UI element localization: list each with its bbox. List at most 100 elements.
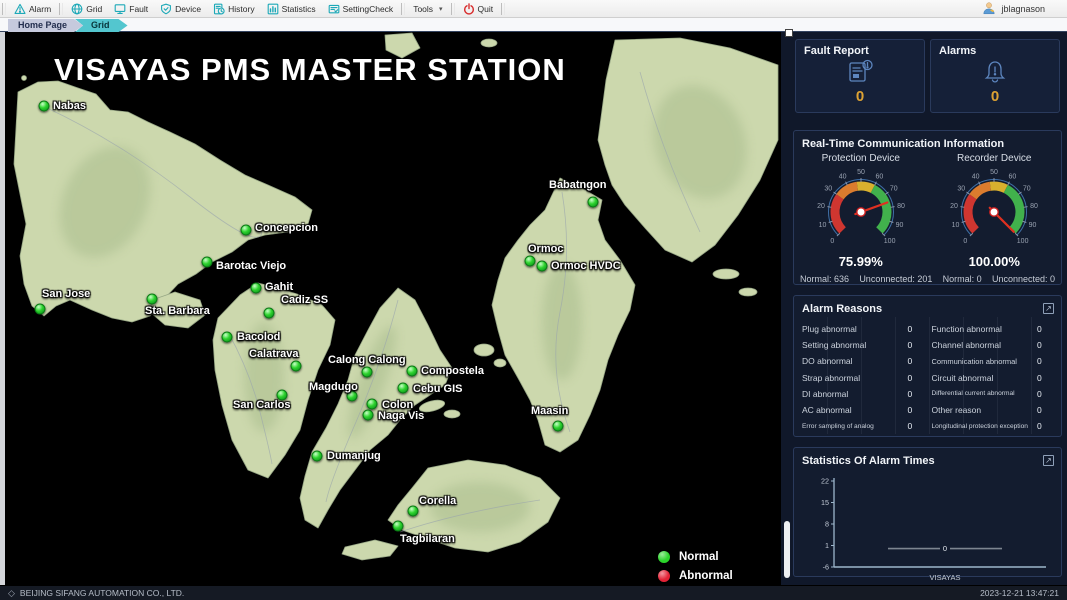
alarm-reason-value: 0 bbox=[908, 389, 924, 399]
station-marker-dumanjug[interactable] bbox=[312, 451, 323, 462]
svg-text:50: 50 bbox=[990, 169, 998, 176]
station-marker-compostela[interactable] bbox=[407, 366, 418, 377]
fault-report-card[interactable]: Fault Report 0 bbox=[795, 39, 925, 113]
settingcheck-button[interactable]: SettingCheck bbox=[322, 1, 400, 17]
status-datetime: 2023-12-21 13:47:21 bbox=[980, 588, 1059, 598]
device-button[interactable]: Device bbox=[154, 1, 207, 17]
station-marker-gahit[interactable] bbox=[251, 283, 262, 294]
station-marker-bacolod[interactable] bbox=[222, 332, 233, 343]
fault-report-value: 0 bbox=[804, 88, 916, 105]
fault-report-icon bbox=[804, 58, 916, 86]
alarm-reason-row: Setting abnormal0 bbox=[802, 337, 924, 353]
tools-menu-button[interactable]: Tools bbox=[407, 1, 448, 17]
station-marker-naga-vis[interactable] bbox=[363, 410, 374, 421]
toolbar-separator bbox=[401, 3, 405, 15]
alarms-value: 0 bbox=[939, 88, 1051, 105]
right-panel-scrollbar-thumb[interactable] bbox=[784, 521, 790, 578]
alarm-reason-label: DO abnormal bbox=[802, 356, 908, 366]
alarm-reason-value: 0 bbox=[908, 373, 924, 383]
alarm-reason-label: Circuit abnormal bbox=[932, 373, 1038, 383]
station-marker-calong-calong[interactable] bbox=[362, 367, 373, 378]
fault-button[interactable]: Fault bbox=[108, 1, 154, 17]
station-marker-ormoc-hvdc[interactable] bbox=[537, 261, 548, 272]
tab-home-page[interactable]: Home Page bbox=[8, 19, 83, 32]
svg-text:60: 60 bbox=[1009, 173, 1017, 180]
svg-text:30: 30 bbox=[824, 186, 832, 193]
history-button[interactable]: History bbox=[207, 1, 260, 17]
station-marker-babatngon[interactable] bbox=[588, 197, 599, 208]
company-name: BEIJING SIFANG AUTOMATION CO., LTD. bbox=[20, 588, 184, 598]
island-camotes bbox=[474, 344, 494, 356]
alarm-reason-label: Communication abnormal bbox=[932, 357, 1038, 366]
svg-text:-6: -6 bbox=[823, 563, 829, 572]
pms-master-station-window: AlarmGridFaultDeviceHistoryStatisticsSet… bbox=[0, 0, 1067, 600]
alarm-reason-value: 0 bbox=[1037, 324, 1053, 334]
station-marker-cebu-gis[interactable] bbox=[398, 383, 409, 394]
station-label-gahit: Gahit bbox=[265, 281, 293, 293]
visayas-map[interactable]: VISAYAS PMS MASTER STATION NabasConcepci… bbox=[0, 32, 781, 585]
alarm-reason-label: Error sampling of analog bbox=[802, 423, 908, 430]
comm-stat: Unconnected: 201 bbox=[859, 274, 932, 284]
alarm-reason-value: 0 bbox=[1037, 373, 1053, 383]
station-marker-ormoc[interactable] bbox=[525, 256, 536, 267]
svg-text:20: 20 bbox=[817, 203, 825, 210]
user-account[interactable]: jblagnason bbox=[982, 1, 1045, 17]
gauge-device-name: Protection Device bbox=[798, 153, 924, 164]
station-marker-colon[interactable] bbox=[367, 399, 378, 410]
realtime-comm-title: Real-Time Communication Information bbox=[794, 131, 1061, 152]
alarm-reason-row: DO abnormal0 bbox=[802, 353, 924, 369]
grid-button[interactable]: Grid bbox=[65, 1, 108, 17]
statistics-icon bbox=[267, 3, 279, 15]
svg-text:100: 100 bbox=[884, 238, 896, 245]
alarm-reason-label: DI abnormal bbox=[802, 389, 908, 399]
tab-bar: Home Page Grid bbox=[0, 18, 1067, 32]
comm-stats-row: Normal: 636Unconnected: 201Normal: 0Unco… bbox=[794, 274, 1061, 284]
history-icon bbox=[213, 3, 225, 15]
alarm-reason-row: Error sampling of analog0 bbox=[802, 418, 924, 434]
svg-text:15: 15 bbox=[821, 498, 829, 507]
svg-text:VISAYAS: VISAYAS bbox=[930, 573, 961, 582]
station-label-concepcion: Concepcion bbox=[255, 222, 318, 234]
station-marker-nabas[interactable] bbox=[39, 101, 50, 112]
alarm-reasons-expand-icon[interactable] bbox=[1043, 303, 1054, 314]
station-marker-concepcion[interactable] bbox=[241, 225, 252, 236]
alarm-reasons-title: Alarm Reasons bbox=[794, 296, 1061, 317]
station-marker-tagbilaran[interactable] bbox=[393, 521, 404, 532]
station-marker-san-jose[interactable] bbox=[35, 304, 46, 315]
svg-text:70: 70 bbox=[1023, 186, 1031, 193]
station-label-babatngon: Babatngon bbox=[549, 179, 606, 191]
station-marker-barotac-viejo[interactable] bbox=[202, 257, 213, 268]
alarm-times-expand-icon[interactable] bbox=[1043, 455, 1054, 466]
station-label-corella: Corella bbox=[419, 495, 456, 507]
left-scrollbar-track[interactable] bbox=[0, 32, 5, 585]
main-content: VISAYAS PMS MASTER STATION NabasConcepci… bbox=[0, 32, 1067, 585]
quit-button[interactable]: Quit bbox=[457, 1, 500, 17]
station-label-maasin: Maasin bbox=[531, 405, 568, 417]
alarm-reason-label: Function abnormal bbox=[932, 324, 1038, 334]
station-marker-maasin[interactable] bbox=[553, 421, 564, 432]
svg-text:90: 90 bbox=[895, 222, 903, 229]
alarms-card[interactable]: Alarms 0 bbox=[930, 39, 1060, 113]
statistics-button[interactable]: Statistics bbox=[261, 1, 322, 17]
alarm-button[interactable]: Alarm bbox=[8, 1, 57, 17]
islet bbox=[481, 39, 497, 47]
panel-collapse-button[interactable] bbox=[785, 29, 793, 37]
alarm-reasons-list: Plug abnormal0Setting abnormal0DO abnorm… bbox=[794, 317, 1061, 434]
legend-label: Normal bbox=[679, 551, 719, 563]
islet bbox=[739, 288, 757, 296]
toolbar-button-label: Alarm bbox=[29, 4, 51, 14]
station-marker-cadiz-ss[interactable] bbox=[264, 308, 275, 319]
station-marker-calatrava[interactable] bbox=[291, 361, 302, 372]
monitor-icon bbox=[114, 3, 126, 15]
station-marker-sta-barbara[interactable] bbox=[147, 294, 158, 305]
alarm-reason-label: Longitudinal protection exception bbox=[932, 423, 1038, 430]
alarm-reason-value: 0 bbox=[908, 324, 924, 334]
station-label-ormoc-hvdc: Ormoc HVDC bbox=[551, 260, 621, 272]
svg-text:10: 10 bbox=[952, 222, 960, 229]
station-marker-corella[interactable] bbox=[408, 506, 419, 517]
username: jblagnason bbox=[1001, 4, 1045, 14]
toolbar-separator bbox=[501, 3, 505, 15]
alarm-reason-row: Function abnormal0 bbox=[932, 321, 1054, 337]
alarm-reasons-right-column: Function abnormal0Channel abnormal0Commu… bbox=[932, 321, 1054, 434]
status-bar: BEIJING SIFANG AUTOMATION CO., LTD. 2023… bbox=[0, 585, 1067, 600]
